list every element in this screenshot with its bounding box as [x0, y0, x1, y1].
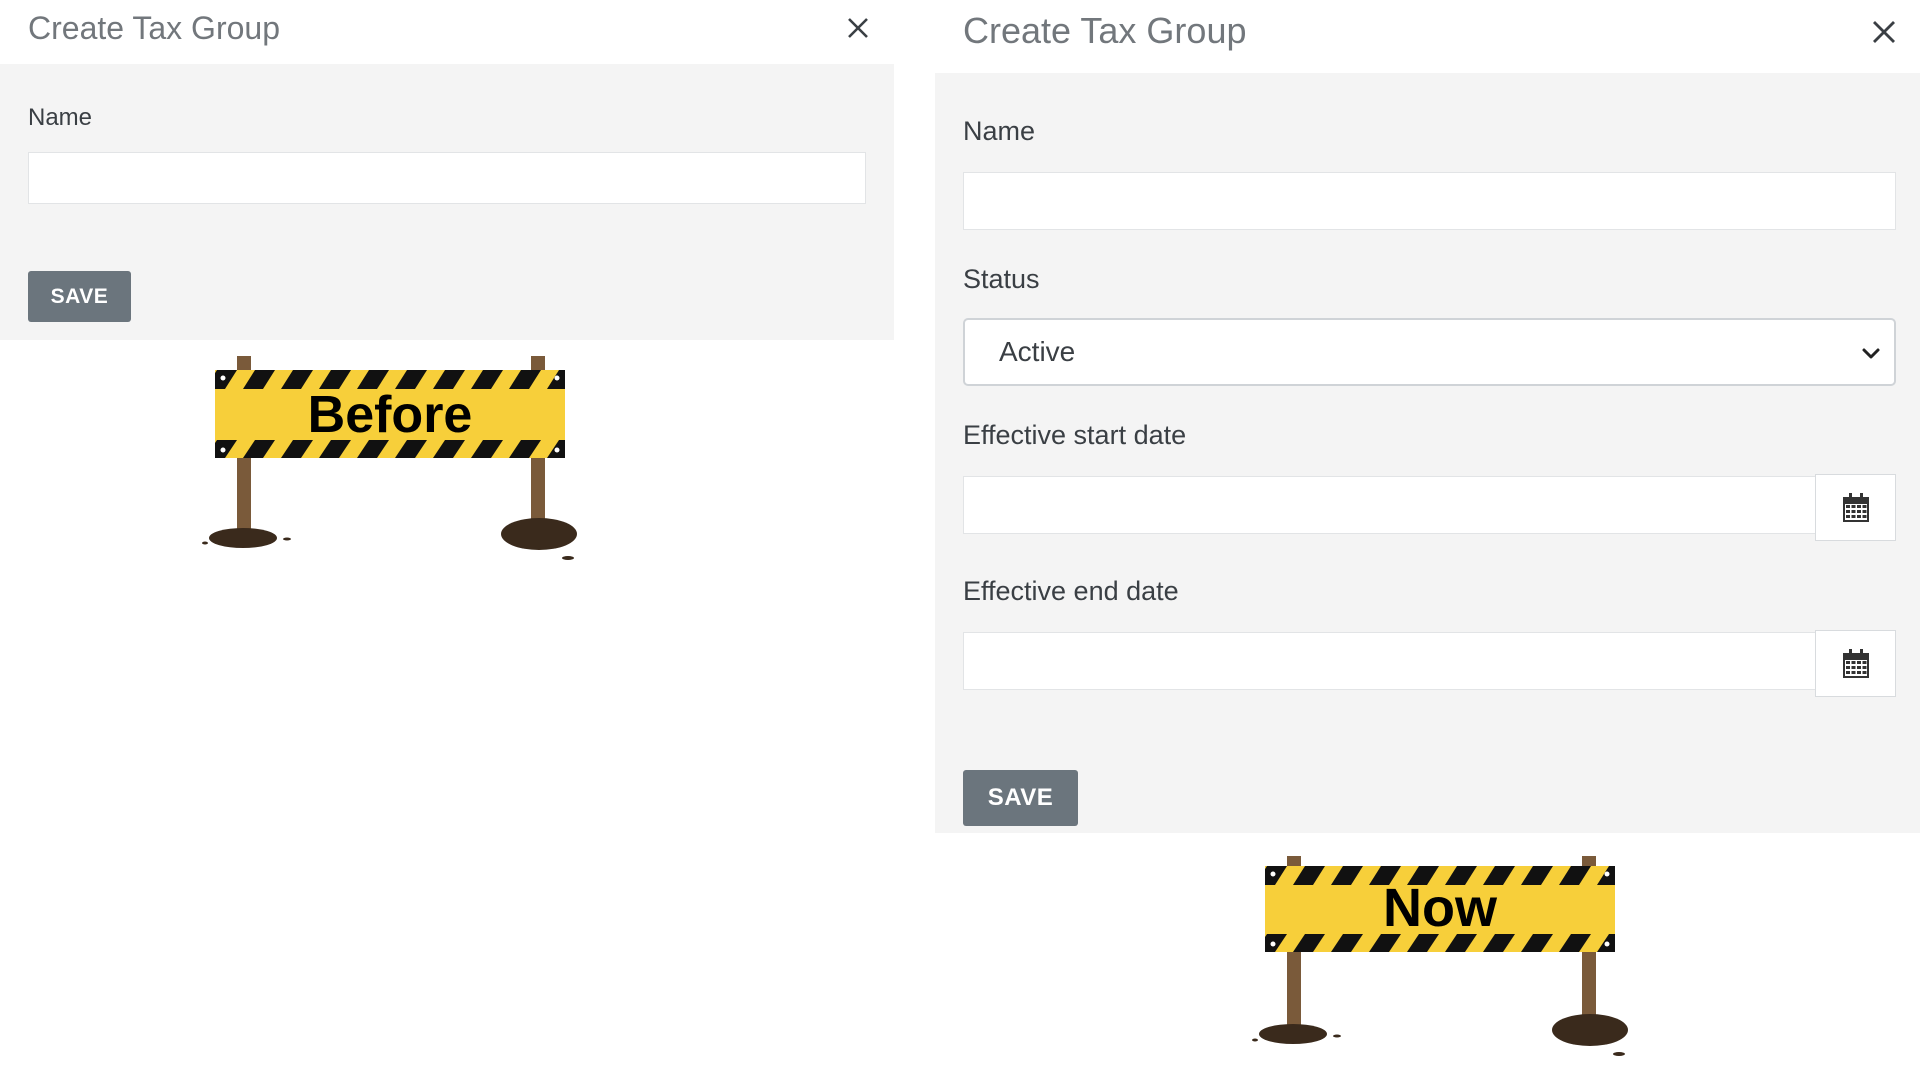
name-label: Name [28, 104, 93, 131]
end-date-calendar-button[interactable] [1815, 630, 1896, 697]
calendar-icon [1843, 649, 1869, 678]
name-label: Name [963, 116, 1036, 146]
start-date-calendar-button[interactable] [1815, 474, 1896, 541]
now-dialog-title: Create Tax Group [963, 10, 1247, 51]
status-select[interactable]: Active [963, 318, 1896, 386]
chevron-down-icon [1862, 348, 1880, 359]
effective-end-date-label: Effective end date [963, 576, 1179, 606]
before-dialog-title: Create Tax Group [28, 10, 280, 46]
status-label: Status [963, 264, 1040, 294]
name-input[interactable] [28, 152, 866, 204]
before-sign: Before [202, 356, 577, 560]
save-button[interactable]: SAVE [963, 770, 1078, 826]
close-icon[interactable] [1864, 12, 1904, 52]
effective-start-date-input[interactable] [963, 476, 1816, 534]
effective-end-date-input[interactable] [963, 632, 1816, 690]
now-sign: Now [1252, 856, 1628, 1056]
effective-start-date-label: Effective start date [963, 420, 1187, 450]
name-input[interactable] [963, 172, 1896, 230]
before-sign-text: Before [308, 386, 473, 444]
save-button[interactable]: SAVE [28, 271, 131, 322]
calendar-icon [1843, 493, 1869, 522]
now-sign-text: Now [1383, 878, 1498, 938]
close-icon[interactable] [840, 10, 876, 46]
status-selected-value: Active [999, 336, 1076, 367]
